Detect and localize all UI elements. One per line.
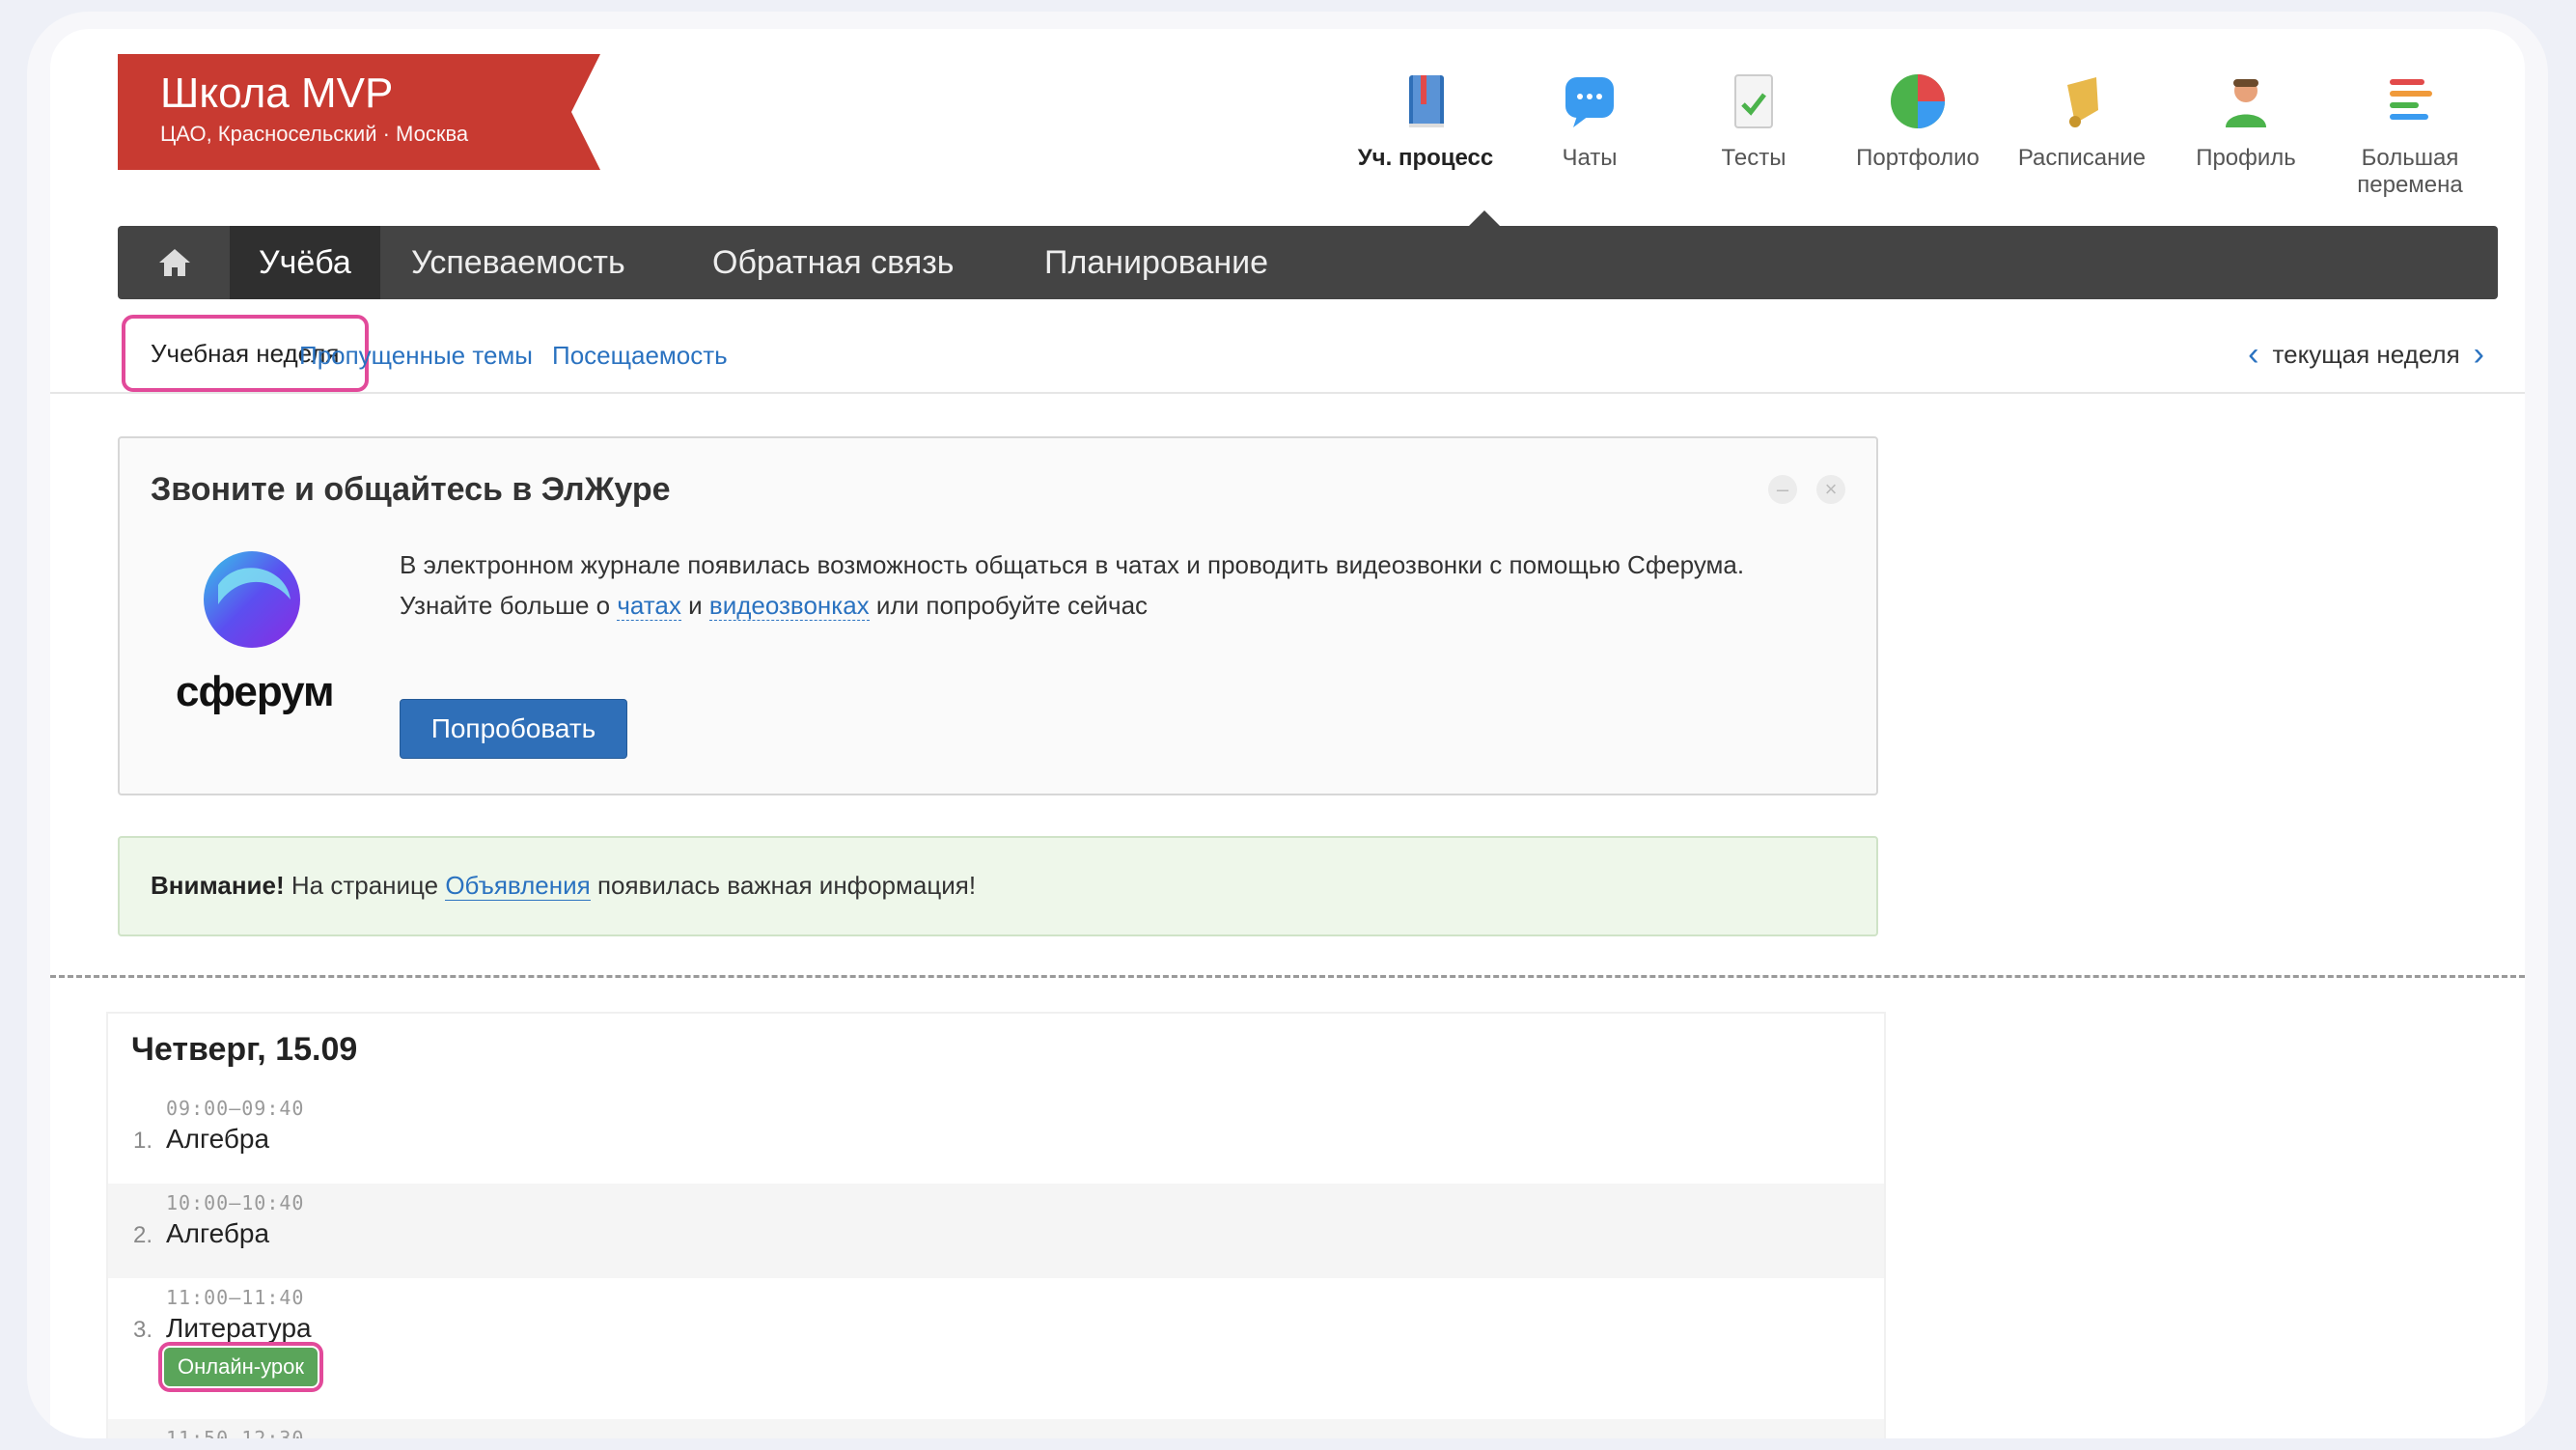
school-brand[interactable]: Школа MVP ЦАО, Красносельский · Москва xyxy=(118,54,600,170)
notice-line1: В электронном журнале появилась возможно… xyxy=(400,550,1745,579)
sferum-logo-icon xyxy=(204,551,300,648)
nav-planning[interactable]: Планирование xyxy=(1015,226,1297,299)
lesson-time: 09:00–09:40 xyxy=(166,1097,305,1120)
lesson-subject: Алгебра xyxy=(166,1124,270,1154)
test-icon xyxy=(1734,74,1773,128)
main-navbar: Учёба Успеваемость Обратная связь Планир… xyxy=(118,226,2498,299)
notice-line2-prefix: Узнайте больше о xyxy=(400,591,611,620)
user-icon xyxy=(2226,79,2266,127)
lesson-time: 11:50–12:30 xyxy=(166,1427,305,1438)
home-button[interactable] xyxy=(118,226,232,299)
lesson-number: 2. xyxy=(133,1222,153,1248)
nav-feedback[interactable]: Обратная связь xyxy=(683,226,983,299)
alert-suffix: появилась важная информация! xyxy=(596,871,977,900)
active-tab-caret xyxy=(1469,210,1500,226)
topnav-label-line1: Большая xyxy=(2361,145,2459,171)
announcement-alert: Внимание! На странице Объявления появила… xyxy=(118,836,1878,936)
lesson-number: 3. xyxy=(133,1317,153,1343)
book-icon xyxy=(1409,75,1444,127)
lesson-subject: Алгебра xyxy=(166,1218,270,1248)
topnav-tests[interactable]: Тесты xyxy=(1672,68,1836,172)
lesson-row[interactable]: 3. 11:00–11:40 Литература Онлайн-урок xyxy=(108,1278,1884,1398)
lesson-time: 11:00–11:40 xyxy=(166,1286,305,1309)
topnav-label-line2: перемена xyxy=(2357,172,2463,198)
topnav-big-break[interactable]: Большая перемена xyxy=(2328,68,2492,199)
notice-line2: Узнайте больше о чатах и видеозвонках ил… xyxy=(400,585,1828,626)
lesson-row[interactable]: 2. 10:00–10:40 Алгебра xyxy=(108,1184,1884,1278)
nav-performance[interactable]: Успеваемость xyxy=(382,226,654,299)
lesson-subject: Литература xyxy=(166,1313,312,1343)
minimize-icon[interactable]: – xyxy=(1768,475,1797,504)
tab-missed-topics[interactable]: Пропущенные темы xyxy=(274,319,558,392)
topnav-schedule[interactable]: Расписание xyxy=(2000,68,2164,172)
pie-chart-icon xyxy=(1891,74,1945,128)
chevron-left-icon[interactable]: ‹ xyxy=(2248,336,2258,374)
lesson-row[interactable]: 11:50–12:30 xyxy=(108,1419,1884,1438)
section-divider xyxy=(50,975,2525,978)
subtabs-divider xyxy=(50,392,2525,394)
school-name: Школа MVP xyxy=(160,70,394,117)
sferum-logo-text: сферум xyxy=(176,668,335,715)
topnav-profile[interactable]: Профиль xyxy=(2164,68,2328,172)
notice-line2-suffix: или попробуйте сейчас xyxy=(875,591,1149,620)
week-label: текущая неделя xyxy=(2272,340,2460,369)
bell-icon xyxy=(2067,77,2098,127)
alert-bold: Внимание! xyxy=(151,871,285,900)
home-icon xyxy=(159,249,190,276)
alert-text: Внимание! На странице Объявления появила… xyxy=(151,871,976,901)
sferum-notice-card: Звоните и общайтесь в ЭлЖуре – × сферум … xyxy=(118,436,1878,795)
notice-and: и xyxy=(688,591,703,620)
day-title: Четверг, 15.09 xyxy=(131,1031,358,1068)
topnav-label: Тесты xyxy=(1721,145,1787,171)
chevron-right-icon[interactable]: › xyxy=(2474,336,2484,374)
school-location: ЦАО, Красносельский · Москва xyxy=(160,122,469,146)
lesson-row[interactable]: 1. 09:00–09:40 Алгебра xyxy=(108,1089,1884,1184)
topnav-chats[interactable]: Чаты xyxy=(1508,68,1672,172)
alert-prefix: На странице xyxy=(291,871,439,900)
announcements-link[interactable]: Объявления xyxy=(445,871,591,901)
lesson-time: 10:00–10:40 xyxy=(166,1191,305,1214)
topnav-portfolio[interactable]: Портфолио xyxy=(1836,68,2000,172)
tab-attendance[interactable]: Посещаемость xyxy=(527,319,753,392)
topnav-label: Чаты xyxy=(1562,145,1618,171)
topnav-label: Профиль xyxy=(2196,145,2296,171)
nav-study[interactable]: Учёба xyxy=(230,226,380,299)
screen-frame: Школа MVP ЦАО, Красносельский · Москва У… xyxy=(27,12,2548,1438)
videocalls-link[interactable]: видеозвонках xyxy=(708,591,870,621)
lesson-number: 1. xyxy=(133,1128,153,1154)
topnav-label: Портфолио xyxy=(1856,145,1980,171)
week-navigator: ‹ текущая неделя › xyxy=(2248,336,2484,374)
app-window: Школа MVP ЦАО, Красносельский · Москва У… xyxy=(50,29,2525,1438)
online-lesson-badge[interactable]: Онлайн-урок xyxy=(158,1342,323,1392)
topnav-study-process[interactable]: Уч. процесс xyxy=(1343,68,1508,172)
chat-icon xyxy=(1565,77,1614,127)
topnav-label: Уч. процесс xyxy=(1357,145,1494,171)
try-button[interactable]: Попробовать xyxy=(400,699,627,759)
topnav-label: Расписание xyxy=(2017,145,2147,171)
notice-title: Звоните и общайтесь в ЭлЖуре xyxy=(151,471,671,508)
chats-link[interactable]: чатах xyxy=(617,591,681,621)
close-icon[interactable]: × xyxy=(1816,475,1845,504)
notice-text: В электронном журнале появилась возможно… xyxy=(400,544,1828,626)
stripes-icon xyxy=(2390,79,2432,120)
day-schedule: Четверг, 15.09 1. 09:00–09:40 Алгебра 2.… xyxy=(108,1014,1884,1438)
